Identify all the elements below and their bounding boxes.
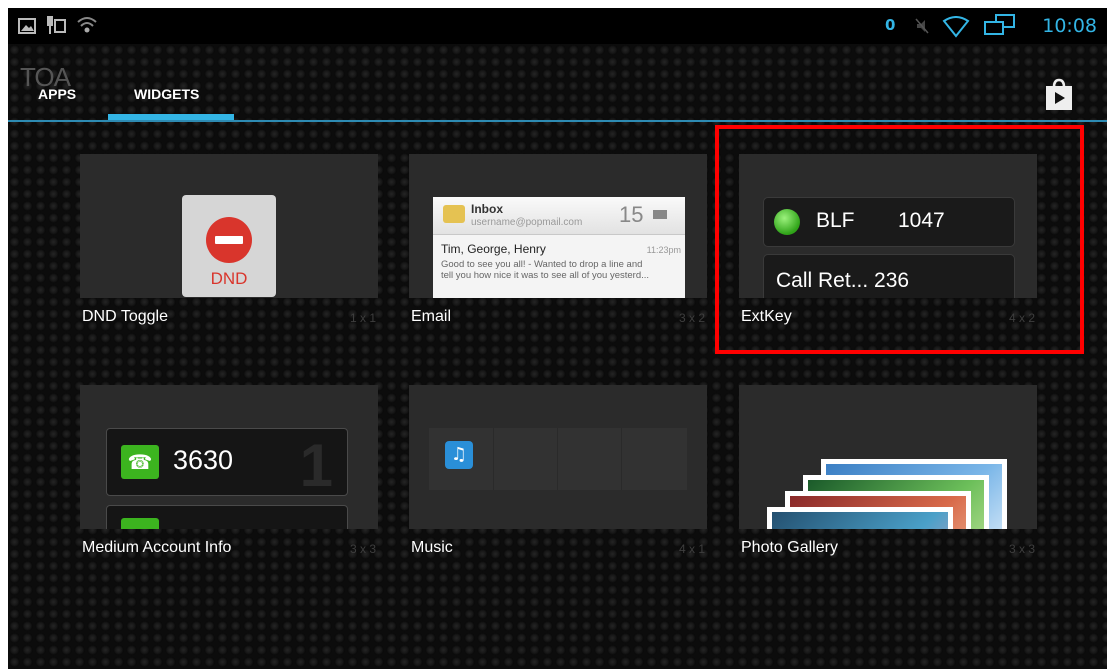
tab-apps[interactable]: APPS [38,86,76,102]
phone-icon: ☎ [121,445,159,479]
dnd-toggle-preview: DND [182,195,276,297]
dnd-label: DND [210,269,248,288]
tab-divider [8,120,1107,122]
widget-name: Medium Account Info [82,539,232,556]
widget-size: 4 x 1 [678,542,705,556]
widget-preview [739,385,1037,529]
status-bar: 0 10:08 [8,8,1107,44]
account-row: 1 ☎ 3630 [106,428,348,499]
email-account-address: username@popmail.com [471,217,583,228]
highlight-box [715,125,1084,354]
email-senders: Tim, George, Henry [441,242,546,256]
widget-size: 3 x 2 [678,311,705,325]
mute-icon [915,18,929,34]
widget-name: DND Toggle [82,308,168,325]
email-snippet-line: tell you how nice it was to see all of y… [441,270,650,281]
notification-count: 0 [885,16,896,34]
usb-icon [47,16,66,34]
widget-email[interactable]: Inbox username@popmail.com 15 Tim, Georg… [409,154,707,330]
no-entry-icon [206,217,252,263]
widget-size: 3 x 3 [1008,542,1035,556]
widget-dnd-toggle[interactable]: DND DND Toggle 1 x 1 [80,154,378,330]
widget-preview: ♫ [409,385,707,529]
email-account-icon [443,205,465,223]
widget-music[interactable]: ♫ Music 4 x 1 [409,385,707,561]
tab-widgets[interactable]: WIDGETS [134,86,199,102]
widget-preview: DND [80,154,378,298]
network-icon [984,14,1015,35]
email-header: Inbox username@popmail.com 15 [433,197,685,235]
email-snippet: Good to see you all! - Wanted to drop a … [441,259,683,281]
widget-name: Email [411,308,452,325]
email-preview: Inbox username@popmail.com 15 Tim, Georg… [433,197,685,298]
account-index-watermark: 1 [299,432,333,499]
widget-name: Music [411,539,453,556]
status-clock: 10:08 [1042,15,1097,37]
wifi-icon [942,16,970,38]
widget-medium-account-info[interactable]: 1 ☎ 3630 Medium Account Info 3 x 3 [80,385,378,561]
music-note-icon: ♫ [445,441,473,469]
account-number: 3630 [173,445,234,475]
wifi-question-icon [77,17,97,33]
email-time: 11:23pm [646,245,681,255]
widget-photo-gallery[interactable]: Photo Gallery 3 x 3 [739,385,1037,561]
gallery-icon [18,18,36,34]
email-unread-count: 15 [619,202,644,227]
email-inbox-title: Inbox [471,202,503,216]
widget-size: 3 x 3 [349,542,376,556]
android-screen: 0 10:08 TOA APPS WIDGETS DND DND Toggle [8,8,1107,669]
phone-icon [121,518,159,529]
compose-icon [653,210,667,219]
widget-preview: 1 ☎ 3630 [80,385,378,529]
account-row [106,505,348,529]
play-store-icon[interactable] [1046,78,1072,110]
widget-size: 1 x 1 [349,311,376,325]
widget-name: Photo Gallery [741,539,838,556]
widget-preview: Inbox username@popmail.com 15 Tim, Georg… [409,154,707,298]
email-snippet-line: Good to see you all! - Wanted to drop a … [441,259,643,270]
photo-thumbnail [767,507,953,529]
